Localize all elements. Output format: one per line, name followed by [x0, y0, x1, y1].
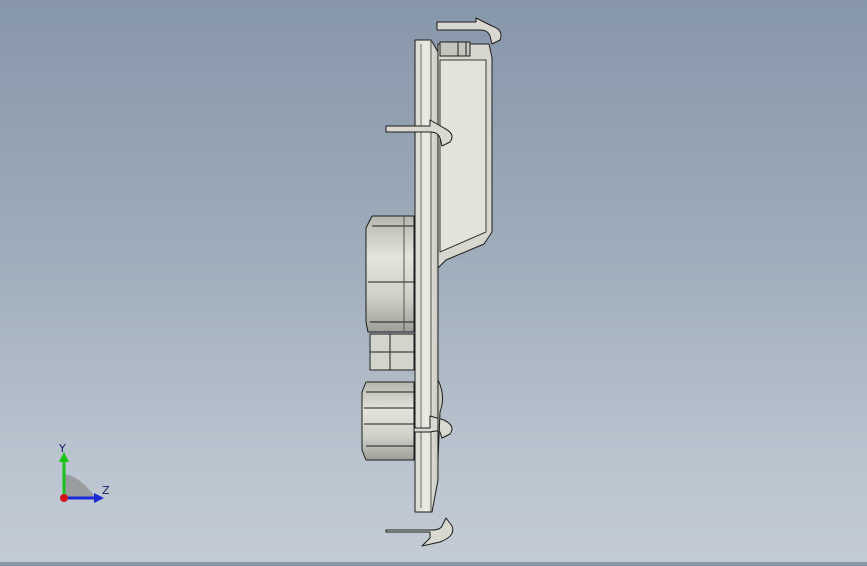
- triad-svg: Y Z: [58, 442, 110, 503]
- z-axis-label: Z: [102, 484, 110, 497]
- main-plate: [414, 39, 439, 513]
- triad-plane: [64, 474, 96, 498]
- bottom-clip: [385, 517, 454, 547]
- model-view-svg[interactable]: [0, 0, 867, 562]
- connector-lower: [361, 381, 415, 461]
- part-model: [361, 17, 502, 547]
- top-clip: [436, 17, 502, 45]
- connector-upper: [365, 215, 415, 333]
- graphics-viewport[interactable]: [0, 0, 867, 562]
- view-orientation-triad: Y Z: [40, 440, 120, 510]
- origin-icon: [60, 494, 68, 502]
- y-axis-label: Y: [58, 442, 66, 455]
